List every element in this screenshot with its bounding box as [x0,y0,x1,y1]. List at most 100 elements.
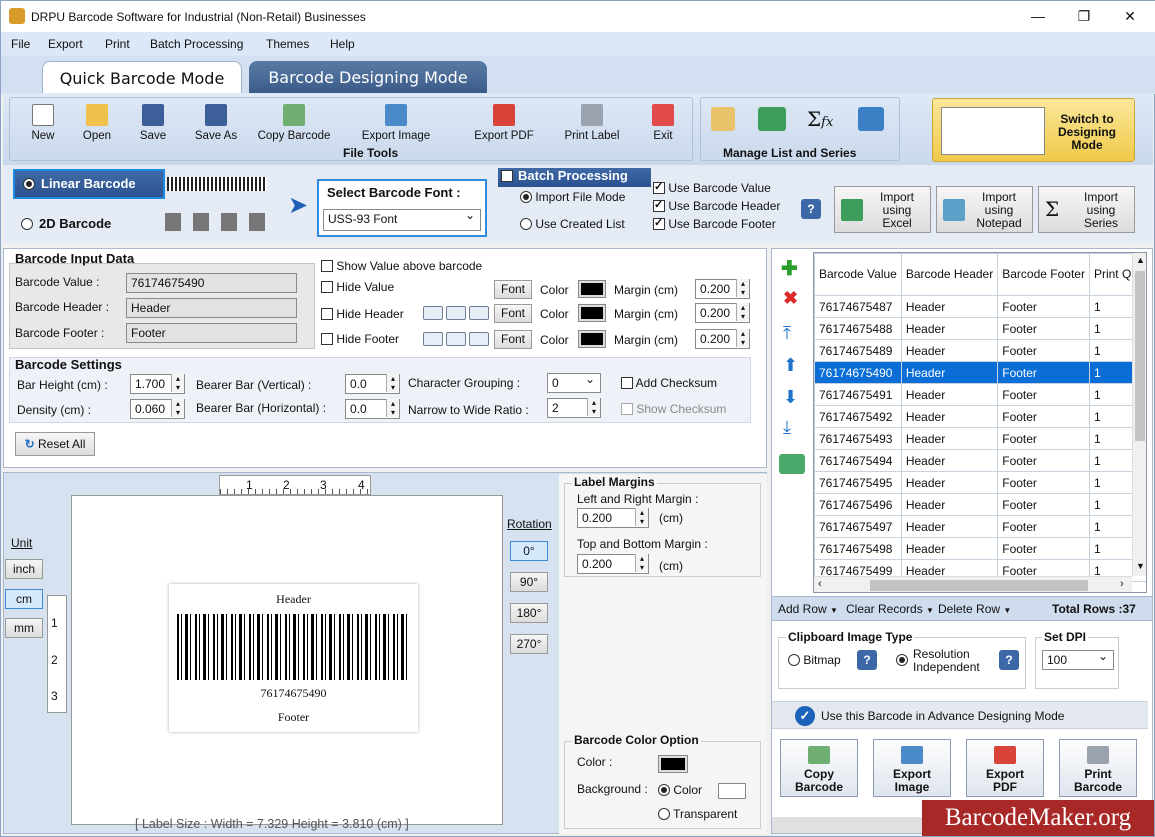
cell-barcode-value[interactable]: 76174675493 [814,427,902,450]
cell-barcode-header[interactable]: Header [900,427,999,450]
bearer-vertical-input[interactable]: 0.0 [345,374,400,394]
edit-list-icon[interactable] [711,107,735,131]
help-icon[interactable]: ? [801,199,821,219]
menu-export[interactable]: Export [48,37,83,51]
footer-font-button[interactable]: Font [494,330,532,349]
export-image-button[interactable]: Export Image [353,104,439,142]
export-pdf-bottom-button[interactable]: Export PDF [966,739,1044,797]
char-grouping-select[interactable]: 0 [547,372,601,393]
align-left-icon[interactable] [423,332,443,346]
unit-inch-button[interactable]: inch [5,559,43,579]
h-scroll-thumb[interactable] [870,580,1088,591]
cell-barcode-footer[interactable]: Footer [997,493,1090,516]
new-button[interactable]: New [23,104,63,142]
table-row[interactable]: 76174675497 Header Footer 1 [814,515,1146,538]
barcode-value-input[interactable]: 76174675490 [126,273,297,293]
align-center-icon[interactable] [446,332,466,346]
import-file-mode-option[interactable]: Import File Mode [520,190,625,204]
cell-barcode-header[interactable]: Header [900,361,999,384]
add-icon[interactable]: ✚ [781,256,798,281]
align-right-icon[interactable] [469,332,489,346]
unit-cm-button[interactable]: cm [5,589,43,609]
hide-value-option[interactable]: Hide Value [321,280,394,294]
table-row[interactable]: 76174675494 Header Footer 1 [814,449,1146,472]
menu-batch-processing[interactable]: Batch Processing [150,37,243,51]
rotation-180-button[interactable]: 180° [510,603,548,623]
cell-barcode-header[interactable]: Header [900,383,999,406]
menu-themes[interactable]: Themes [266,37,309,51]
print-label-button[interactable]: Print Label [557,104,627,142]
cell-barcode-header[interactable]: Header [900,339,999,362]
hide-footer-option[interactable]: Hide Footer [321,332,399,346]
scroll-right-icon[interactable]: › [1120,578,1124,590]
exit-button[interactable]: Exit [645,104,681,142]
open-button[interactable]: Open [77,104,117,142]
series-icon[interactable]: Σfx [807,107,833,131]
cell-barcode-value[interactable]: 76174675488 [814,317,902,340]
swap-icon[interactable] [858,107,884,131]
help-icon[interactable]: ? [999,650,1019,670]
help-icon[interactable]: ? [857,650,877,670]
cell-barcode-value[interactable]: 76174675492 [814,405,902,428]
background-color-swatch[interactable] [718,783,746,799]
column-barcode-header[interactable]: Barcode Header [900,253,999,296]
table-row[interactable]: 76174675489 Header Footer 1 [814,339,1146,362]
hide-header-option[interactable]: Hide Header [321,307,404,321]
table-row[interactable]: 76174675495 Header Footer 1 [814,471,1146,494]
barcode-color-swatch[interactable] [658,755,688,773]
cell-barcode-value[interactable]: 76174675497 [814,515,902,538]
header-font-button[interactable]: Font [494,304,532,323]
scroll-left-icon[interactable]: ‹ [818,578,822,590]
save-as-button[interactable]: Save As [189,104,243,142]
clear-records-button[interactable]: Clear Records ▼ [846,602,934,616]
move-bottom-icon[interactable]: ⤓ [783,417,791,438]
cell-barcode-header[interactable]: Header [900,295,999,318]
switch-to-designing-mode-button[interactable]: Switch to Designing Mode [932,98,1135,162]
cell-barcode-footer[interactable]: Footer [997,383,1090,406]
tab-quick-barcode-mode[interactable]: Quick Barcode Mode [42,61,242,94]
density-input[interactable]: 0.060 [130,399,185,419]
move-up-icon[interactable]: ⬆ [783,355,798,376]
footer-color-swatch[interactable] [578,330,606,348]
cell-barcode-footer[interactable]: Footer [997,427,1090,450]
tb-margin-input[interactable]: 0.200 [577,554,649,574]
bar-height-input[interactable]: 1.700 [130,374,185,394]
background-color-option[interactable]: Color [658,783,702,797]
align-left-icon[interactable] [423,306,443,320]
menu-print[interactable]: Print [105,37,130,51]
cell-barcode-header[interactable]: Header [900,471,999,494]
use-barcode-header-option[interactable]: Use Barcode Header [653,198,780,213]
bearer-horizontal-input[interactable]: 0.0 [345,399,400,419]
cell-barcode-footer[interactable]: Footer [997,317,1090,340]
cell-barcode-header[interactable]: Header [900,449,999,472]
cell-barcode-value[interactable]: 76174675498 [814,537,902,560]
column-barcode-footer[interactable]: Barcode Footer [997,253,1090,296]
cell-barcode-footer[interactable]: Footer [997,449,1090,472]
footer-margin-input[interactable]: 0.200 [695,329,750,349]
cell-barcode-value[interactable]: 76174675496 [814,493,902,516]
horizontal-scrollbar[interactable]: ‹ › [814,576,1132,592]
cell-barcode-value[interactable]: 76174675494 [814,449,902,472]
rotation-270-button[interactable]: 270° [510,634,548,654]
cell-barcode-header[interactable]: Header [900,493,999,516]
show-value-above-option[interactable]: Show Value above barcode [321,259,482,273]
tab-barcode-designing-mode[interactable]: Barcode Designing Mode [249,61,487,94]
background-transparent-option[interactable]: Transparent [658,807,737,821]
copy-barcode-bottom-button[interactable]: Copy Barcode [780,739,858,797]
rotation-0-button[interactable]: 0° [510,541,548,561]
header-color-swatch[interactable] [578,304,606,322]
move-down-icon[interactable]: ⬇ [783,387,798,408]
cell-barcode-footer[interactable]: Footer [997,405,1090,428]
move-top-icon[interactable]: ⤒ [783,323,791,344]
table-row[interactable]: 76174675487 Header Footer 1 [814,295,1146,318]
table-row[interactable]: 76174675498 Header Footer 1 [814,537,1146,560]
value-color-swatch[interactable] [578,280,606,298]
linear-barcode-option[interactable]: Linear Barcode [13,169,165,199]
unit-mm-button[interactable]: mm [5,618,43,638]
cell-barcode-footer[interactable]: Footer [997,361,1090,384]
header-margin-input[interactable]: 0.200 [695,303,750,323]
cell-barcode-value[interactable]: 76174675495 [814,471,902,494]
rotation-90-button[interactable]: 90° [510,572,548,592]
add-checksum-option[interactable]: Add Checksum [621,376,717,390]
cell-barcode-footer[interactable]: Footer [997,515,1090,538]
